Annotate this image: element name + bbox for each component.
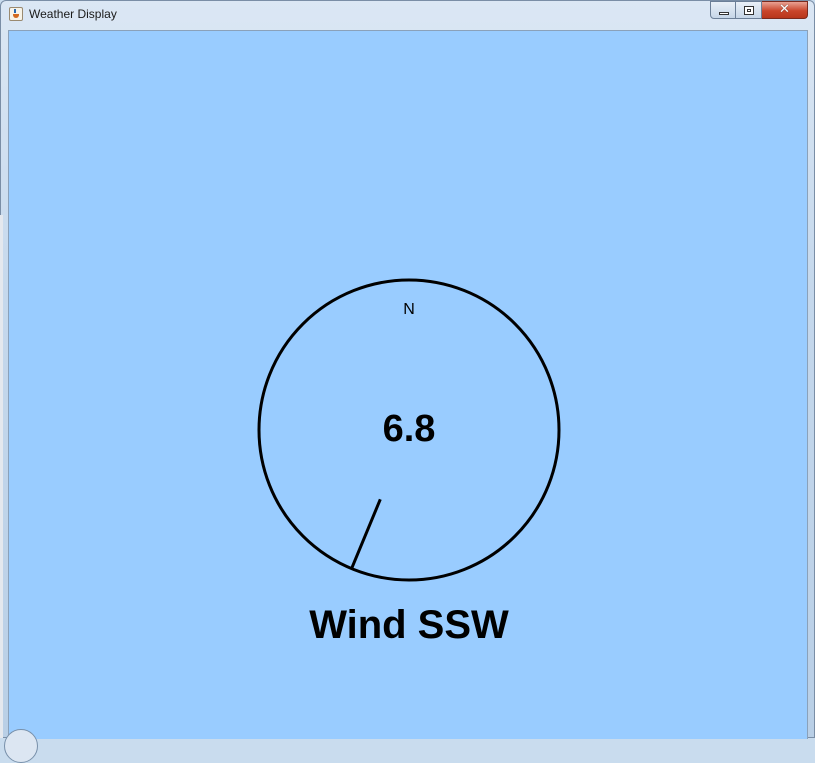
maximize-icon — [744, 6, 754, 15]
minimize-button[interactable] — [710, 1, 736, 19]
maximize-button[interactable] — [736, 1, 762, 19]
close-button[interactable]: ✕ — [762, 1, 808, 19]
caption-buttons: ✕ — [710, 1, 808, 20]
background-window-edge — [0, 215, 3, 738]
window-title: Weather Display — [29, 7, 117, 21]
minimize-icon — [719, 12, 729, 15]
java-app-icon[interactable] — [9, 7, 23, 21]
wind-speed-value: 6.8 — [382, 408, 436, 450]
close-icon: ✕ — [779, 2, 790, 17]
app-window: Weather Display ✕ N 6.8 Wind SSW — [0, 0, 815, 739]
taskbar-orb[interactable] — [4, 729, 38, 763]
title-bar[interactable]: Weather Display ✕ — [1, 1, 814, 28]
wind-direction-needle — [350, 498, 382, 570]
north-label: N — [403, 301, 415, 318]
wind-direction-label: Wind SSW — [309, 603, 509, 647]
weather-panel: N 6.8 Wind SSW — [8, 30, 808, 739]
